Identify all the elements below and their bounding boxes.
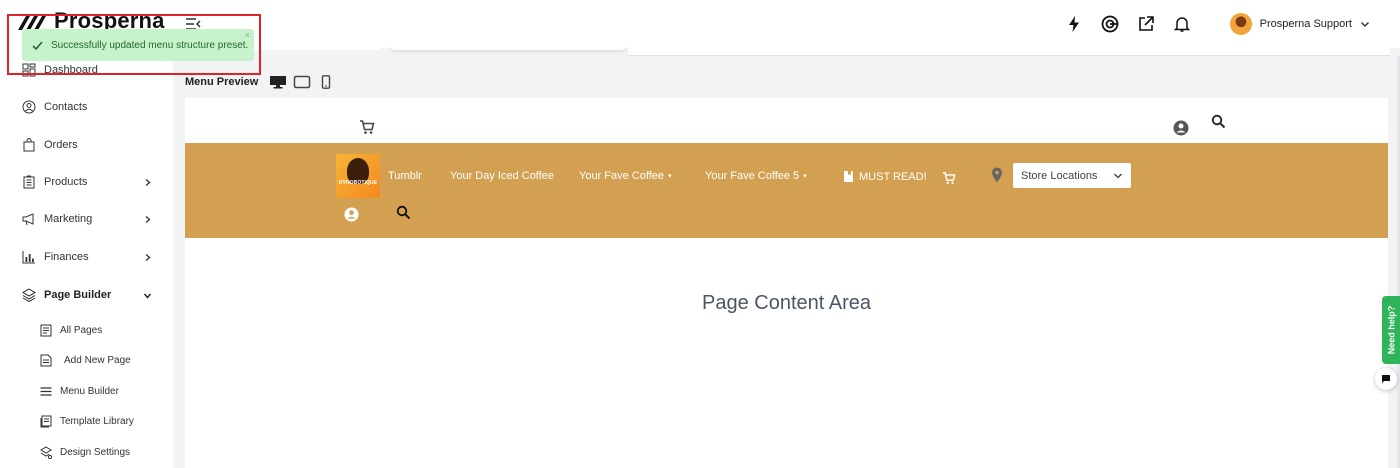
sidebar-item-products[interactable]: Products [22,175,162,189]
template-icon [40,415,52,428]
chevron-down-icon [143,293,152,299]
brand-name: DYNOBOTIQUE [338,180,378,186]
chevron-right-icon [145,253,151,261]
store-select-value: Store Locations [1021,169,1098,182]
bolt-icon[interactable] [1056,6,1092,42]
layers-icon [22,288,36,302]
menu-link-label: MUST READ! [859,170,927,183]
sidebar-item-marketing[interactable]: Marketing [22,212,162,226]
chat-icon [1382,375,1390,383]
panel-card [390,40,626,50]
sidebar-subitem-menu-builder[interactable]: Menu Builder [40,385,119,398]
sidebar: Dashboard Contacts Orders Products Marke… [0,48,173,468]
preview-title: Menu Preview [185,76,259,88]
sidebar-item-label: Finances [44,251,89,263]
user-menu[interactable]: Prosperna Support [1229,13,1370,35]
sidebar-item-orders[interactable]: Orders [22,138,162,152]
sidebar-item-contacts[interactable]: Contacts [22,100,162,114]
preview-header: Menu Preview [185,73,338,91]
preview-menu-bar: DYNOBOTIQUE Tumblr Your Day Iced Coffee … [185,143,1388,238]
chevron-down-icon [1361,22,1369,27]
design-settings-icon [40,446,52,459]
mobile-icon[interactable] [314,73,338,91]
cart-icon[interactable] [942,171,956,185]
close-icon[interactable]: × [245,31,250,40]
account-icon[interactable] [344,207,359,222]
sidebar-subitem-label: Add New Page [64,355,131,366]
bell-icon[interactable] [1164,6,1200,42]
check-icon [32,40,43,50]
desktop-icon[interactable] [266,73,290,91]
sidebar-subitem-template-library[interactable]: Template Library [40,415,134,428]
sidebar-subitem-add-new-page[interactable]: Add New Page [40,354,131,367]
menu-link-label: Your Fave Coffee 5 [705,170,800,182]
menu-link-fave-coffee[interactable]: Your Fave Coffee ▾ [579,170,672,182]
sidebar-item-label: Page Builder [44,289,112,301]
success-toast: Successfully updated menu structure pres… [22,29,254,61]
sidebar-item-label: Marketing [44,213,93,225]
sidebar-subitem-label: Menu Builder [60,386,119,397]
bar-chart-icon [22,251,35,264]
account-icon[interactable] [1173,120,1189,136]
chevron-right-icon [145,215,151,223]
toast-message: Successfully updated menu structure pres… [51,39,249,51]
chevron-right-icon [145,178,151,186]
search-icon[interactable] [396,205,411,220]
store-locations-select[interactable]: Store Locations [1013,163,1131,188]
avatar [1229,13,1252,35]
tablet-icon[interactable] [290,73,314,91]
target-icon[interactable] [1092,6,1128,42]
contacts-icon [22,100,36,114]
menu-link-iced-coffee[interactable]: Your Day Iced Coffee [450,170,554,182]
search-icon[interactable] [1211,114,1226,129]
add-page-icon [40,354,52,367]
menu-preview-frame: DYNOBOTIQUE Tumblr Your Day Iced Coffee … [185,98,1388,468]
menu-link-tumblr[interactable]: Tumblr [388,170,422,182]
megaphone-icon [22,213,34,226]
sidebar-subitem-design-settings[interactable]: Design Settings [40,446,130,459]
chevron-down-icon [1114,173,1122,179]
caret-down-icon: ▾ [803,173,807,180]
chat-button[interactable] [1375,368,1397,390]
sidebar-item-label: Orders [44,139,78,151]
orders-icon [23,138,35,152]
menu-link-fave-coffee-5[interactable]: Your Fave Coffee 5 ▾ [705,170,807,182]
user-name: Prosperna Support [1259,18,1352,30]
menu-link-label: Your Fave Coffee [579,170,665,182]
location-pin-icon [992,167,1002,183]
sidebar-subitem-all-pages[interactable]: All Pages [40,324,102,337]
sidebar-item-label: Contacts [44,101,88,113]
products-icon [23,175,35,189]
sidebar-subitem-label: Design Settings [60,447,131,458]
page-content-area: Page Content Area [701,292,871,314]
sidebar-item-label: Products [44,176,88,188]
document-icon [40,324,52,337]
sidebar-item-finances[interactable]: Finances [22,250,162,264]
cart-icon[interactable] [359,119,375,135]
menu-lines-icon [40,387,52,396]
sidebar-subitem-label: All Pages [60,325,103,336]
caret-down-icon: ▾ [668,173,672,180]
external-link-icon[interactable] [1128,6,1164,42]
brand-logo[interactable]: DYNOBOTIQUE [336,154,380,198]
menu-link-must-read[interactable]: MUST READ! [842,170,927,183]
need-help-tab[interactable]: Need help? [1382,296,1400,364]
sidebar-subitem-label: Template Library [60,416,134,427]
sidebar-item-page-builder[interactable]: Page Builder [22,288,162,302]
book-icon [844,171,853,182]
need-help-label: Need help? [1386,305,1397,355]
panel-card [628,40,1390,56]
